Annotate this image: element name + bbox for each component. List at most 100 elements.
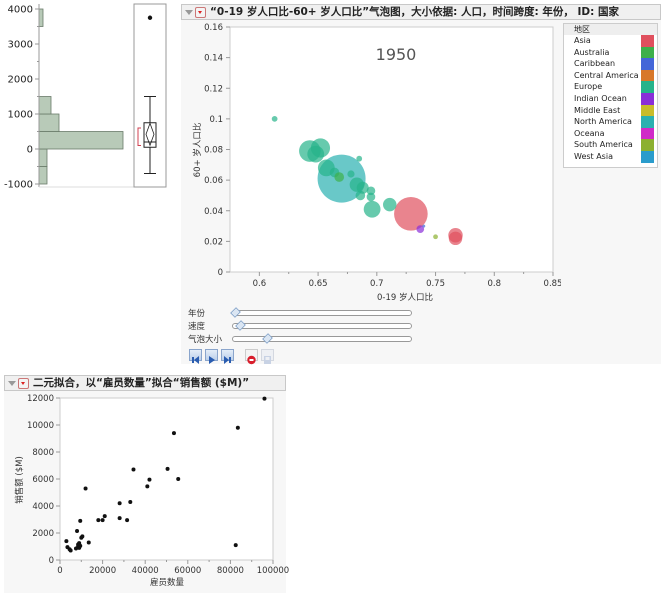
bubble-x-tick-label: 0.75 (426, 279, 445, 289)
save-frame-button[interactable] (261, 349, 274, 364)
bivariate-point[interactable] (233, 543, 238, 548)
bubble-y-tick-label: 0.12 (204, 84, 223, 94)
legend-item[interactable]: Central America (564, 69, 657, 82)
red-triangle-menu-icon[interactable] (18, 377, 29, 389)
legend-color-swatch (641, 139, 654, 151)
legend-item[interactable]: Caribbean (564, 58, 657, 70)
disclosure-triangle-icon[interactable] (8, 380, 16, 386)
legend-item[interactable]: South America (564, 139, 657, 151)
bivariate-y-tick-label: 12000 (27, 394, 54, 404)
bubble-y-tick-label: 0.14 (204, 54, 223, 64)
bivariate-x-tick-label: 60000 (174, 566, 201, 576)
legend-item[interactable]: West Asia (564, 150, 657, 163)
legend-item[interactable]: Oceana (564, 127, 657, 140)
bubble-x-tick-label: 0.7 (370, 279, 384, 289)
bivariate-point[interactable] (171, 431, 176, 436)
play-button[interactable] (205, 349, 218, 364)
bivariate-point[interactable] (176, 477, 181, 481)
bubble-europe[interactable] (307, 145, 325, 163)
bivariate-point[interactable] (96, 518, 101, 523)
legend-item[interactable]: Europe (564, 81, 657, 93)
histogram-y-tick-label: 0 (27, 145, 33, 156)
legend-item[interactable]: Indian Ocean (564, 92, 657, 105)
bivariate-x-tick-label: 80000 (217, 566, 244, 576)
bivariate-point[interactable] (131, 467, 136, 472)
record-button[interactable] (245, 349, 258, 365)
step-back-button[interactable] (189, 349, 202, 364)
red-triangle-menu-icon[interactable] (195, 6, 206, 18)
bivariate-point[interactable] (80, 534, 85, 539)
legend-item-label: Central America (574, 70, 639, 80)
bubble-europe[interactable] (347, 170, 355, 178)
bivariate-point[interactable] (68, 548, 73, 553)
slider-thumb[interactable] (230, 307, 241, 318)
bivariate-plot: 0 20000 40000 60000 80000 100000 0 2000 4000 6000… (14, 394, 289, 588)
histogram-y-tick-label: 1000 (8, 110, 33, 121)
legend-item-label: South America (574, 140, 633, 150)
bubble-europe[interactable] (363, 200, 381, 218)
legend-item[interactable]: Asia (564, 35, 657, 47)
bivariate-point[interactable] (102, 514, 107, 519)
bubble-australia[interactable] (334, 172, 345, 182)
step-forward-button[interactable] (221, 349, 234, 364)
boxplot-shortest-half-bracket (137, 127, 141, 146)
legend-item-label: Europe (574, 82, 603, 92)
bivariate-point[interactable] (75, 528, 80, 533)
bubble-europe[interactable] (366, 192, 376, 202)
disclosure-triangle-icon[interactable] (185, 9, 193, 15)
histogram-y-tick-label: -1000 (4, 180, 33, 191)
bubble-y-tick-label: 0.16 (204, 23, 223, 33)
legend-item[interactable]: Middle East (564, 104, 657, 117)
bivariate-point[interactable] (64, 539, 69, 544)
slider-track[interactable] (230, 307, 412, 318)
slider-thumb[interactable] (235, 320, 246, 331)
slider-track[interactable] (232, 320, 412, 331)
bivariate-point[interactable] (100, 518, 105, 523)
bivariate-x-axis-label: 雇员数量 (150, 577, 185, 588)
bivariate-x-tick-label: 20000 (89, 566, 116, 576)
slider-thumb[interactable] (262, 333, 274, 344)
slider-1: 速度 (188, 320, 412, 332)
bubble-europe[interactable] (355, 190, 366, 201)
legend-item[interactable]: Australia (564, 46, 657, 59)
slider-label: 速度 (188, 322, 206, 332)
bivariate-point[interactable] (262, 396, 267, 401)
legend-title: 地区 (564, 24, 657, 35)
slider-label: 年份 (188, 309, 206, 319)
bubble-legend: 地区 Asia Australia Caribbean Central America… (563, 23, 658, 168)
legend-color-swatch (641, 35, 654, 47)
bubble-x-tick-label: 0.85 (544, 279, 561, 289)
bivariate-point[interactable] (86, 540, 91, 545)
bubble-report-header[interactable]: “0-19 岁人口比-60+ 岁人口比”气泡图，大小依据: 人口，时间跨度: 年… (181, 4, 661, 20)
boxplot-outlier[interactable] (147, 15, 153, 20)
bivariate-point[interactable] (125, 518, 130, 523)
bivariate-point[interactable] (117, 516, 122, 521)
bubble-y-tick-label: 0.04 (204, 207, 223, 217)
bivariate-report-header[interactable]: 二元拟合，以“雇员数量”拟合“销售额 ($M)” (4, 375, 286, 391)
bivariate-point[interactable] (117, 501, 122, 506)
bivariate-point[interactable] (147, 477, 152, 482)
slider-0: 年份 (188, 307, 412, 319)
bivariate-point[interactable] (145, 484, 150, 489)
bubble-south-america[interactable] (433, 234, 438, 240)
legend-color-swatch (641, 81, 654, 93)
bubble-y-tick-label: 0 (218, 268, 223, 278)
bubble-caribbean[interactable] (422, 224, 426, 228)
legend-item-label: Indian Ocean (574, 93, 627, 103)
bubble-europe[interactable] (356, 155, 363, 162)
slider-2: 气泡大小 (188, 333, 412, 345)
legend-color-swatch (641, 127, 654, 140)
legend-item[interactable]: North America (564, 116, 657, 128)
bubble-europe[interactable] (383, 197, 397, 212)
bivariate-point[interactable] (78, 518, 83, 523)
bubble-y-tick-label: 0.06 (204, 176, 223, 186)
bivariate-point[interactable] (78, 543, 83, 548)
bivariate-point[interactable] (235, 425, 240, 430)
bubble-asia[interactable] (448, 231, 463, 246)
bivariate-point[interactable] (165, 466, 170, 471)
bubble-y-axis-label: 60+ 岁人口比 (192, 123, 203, 178)
slider-track[interactable] (232, 333, 412, 344)
bivariate-point[interactable] (83, 486, 88, 491)
bivariate-point[interactable] (128, 499, 133, 504)
bubble-europe[interactable] (271, 115, 278, 122)
